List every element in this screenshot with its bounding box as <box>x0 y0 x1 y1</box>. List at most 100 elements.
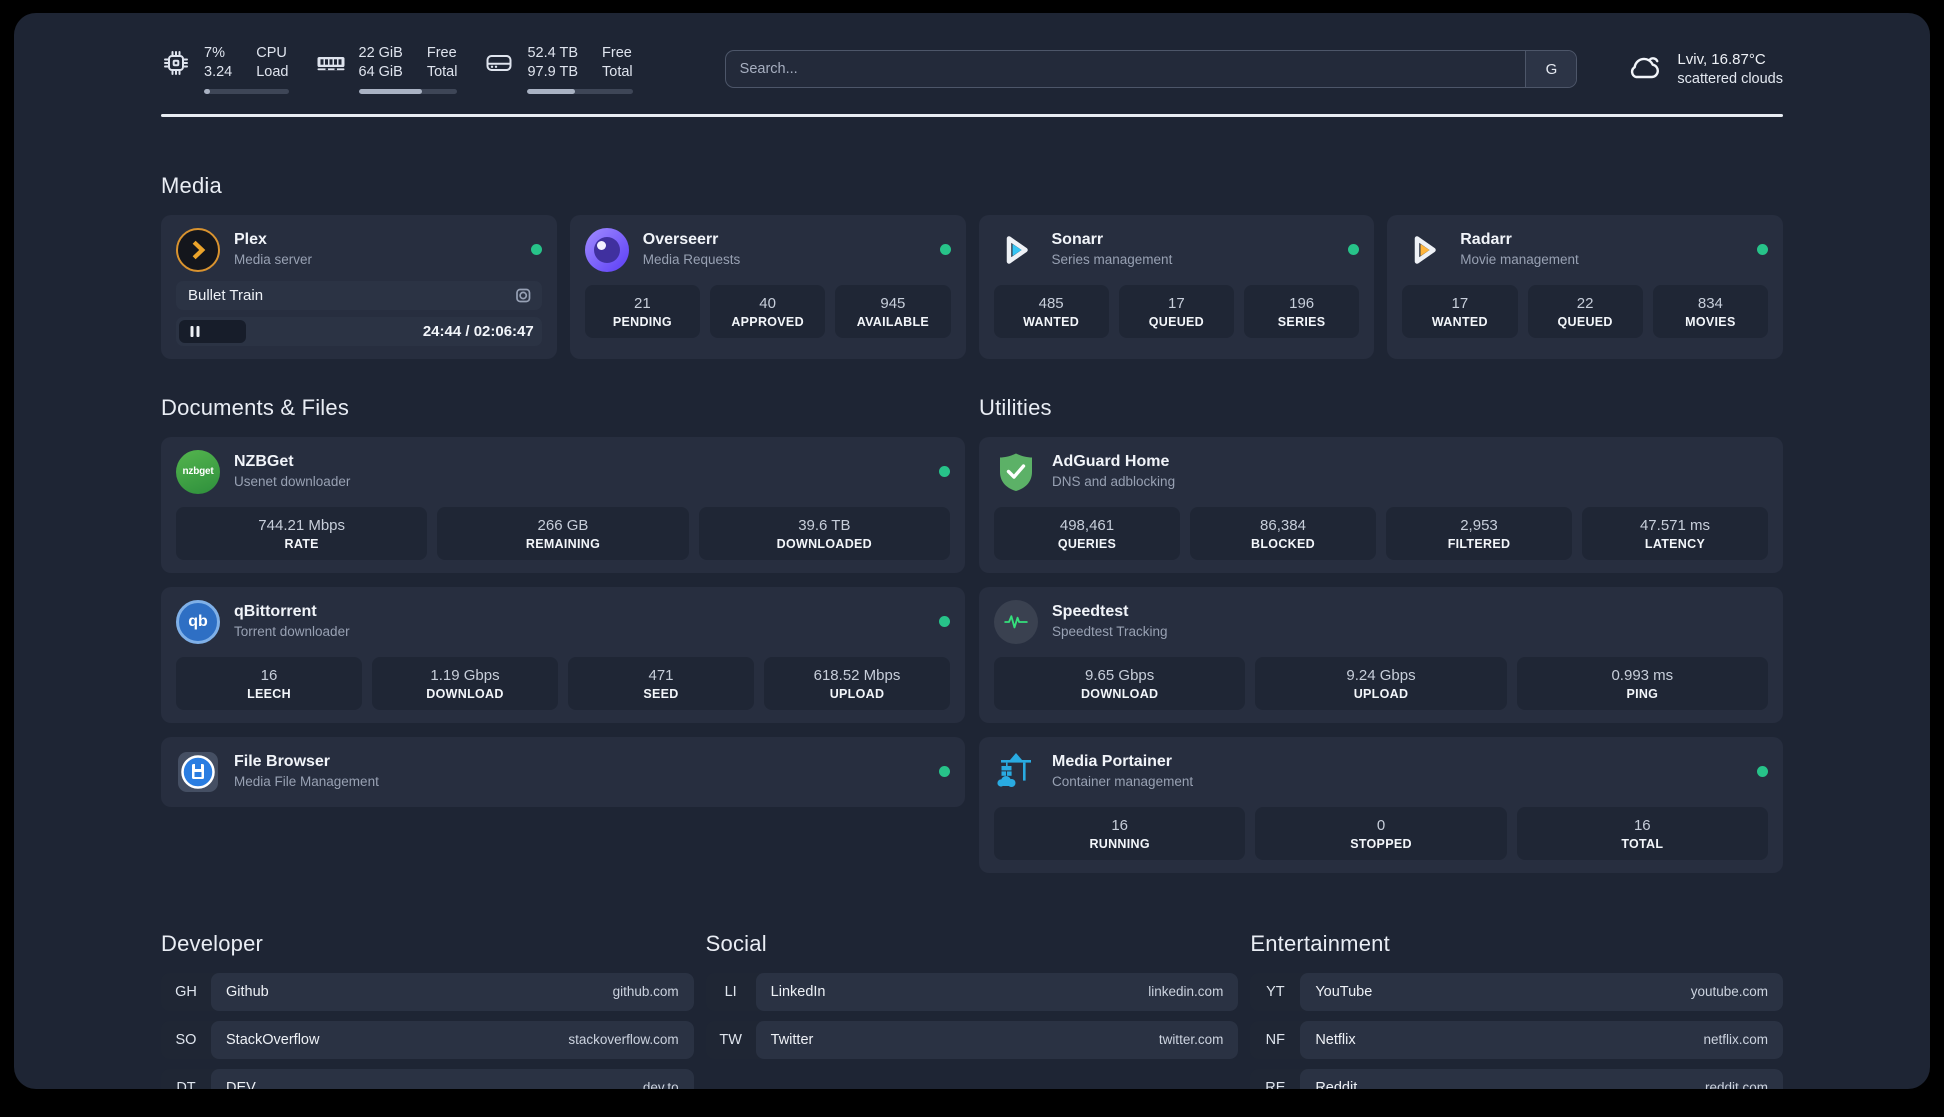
stat-value: 744.21 Mbps <box>258 516 346 534</box>
app-name: AdGuard Home <box>1052 453 1170 471</box>
search-bar[interactable]: G <box>724 50 1578 88</box>
stat-tile: 17 WANTED <box>1402 284 1518 338</box>
link-row-netflix[interactable]: NF Netflix netflix.com <box>1250 1020 1783 1059</box>
app-card-speedtest[interactable]: Speedtest Speedtest Tracking 9.65 Gbps D… <box>979 586 1783 723</box>
app-name: Overseerr <box>642 231 719 249</box>
stat-value: 945 <box>880 294 906 312</box>
disk-stat: 52.4 TB Free 97.9 TB Total <box>484 44 633 94</box>
link-row-youtube[interactable]: YT YouTube youtube.com <box>1250 972 1783 1011</box>
link-abbr: YT <box>1266 983 1285 1000</box>
stat-label: WANTED <box>1023 314 1080 329</box>
cpu-load-label: Load <box>256 64 289 80</box>
app-card-portainer[interactable]: Media Portainer Container management 16 … <box>979 736 1783 873</box>
link-url: reddit.com <box>1704 1080 1768 1089</box>
stat-tile: 945 AVAILABLE <box>835 284 951 338</box>
stat-label: DOWNLOADED <box>776 536 872 551</box>
link-abbr: LI <box>724 983 737 1000</box>
cpu-load-value: 3.24 <box>204 64 233 80</box>
app-card-plex[interactable]: Plex Media server Bullet Train 24:44 / 0… <box>161 214 557 359</box>
stat-tile: 17 QUEUED <box>1118 284 1234 338</box>
stat-value: 485 <box>1038 294 1064 312</box>
stat-label: SEED <box>643 686 679 701</box>
status-dot <box>1757 244 1768 255</box>
stat-tile: 16 LEECH <box>176 656 362 710</box>
stat-value: 618.52 Mbps <box>813 666 901 684</box>
link-name: YouTube <box>1315 983 1373 1000</box>
section-title-utilities: Utilities <box>979 394 1052 420</box>
app-card-overseerr[interactable]: Overseerr Media Requests 21 PENDING 40 A… <box>569 214 966 359</box>
stat-label: REMAINING <box>525 536 601 551</box>
app-card-sonarr[interactable]: Sonarr Series management 485 WANTED 17 Q… <box>978 214 1375 359</box>
stat-tile: 40 APPROVED <box>710 284 826 338</box>
stat-value: 21 <box>634 294 651 312</box>
video-icon <box>515 287 532 304</box>
system-stats: 7% CPU 3.24 Load 22 GiB Free 64 GiB Tota… <box>161 44 633 94</box>
stat-label: LATENCY <box>1644 536 1706 551</box>
stat-value: 471 <box>648 666 674 684</box>
stat-value: 834 <box>1697 294 1723 312</box>
overseerr-icon <box>584 227 629 272</box>
link-row-dev[interactable]: DT DEV dev.to <box>161 1068 694 1089</box>
link-row-twitter[interactable]: TW Twitter twitter.com <box>705 1020 1239 1059</box>
stat-label: APPROVED <box>731 314 804 329</box>
app-subtitle: Torrent downloader <box>234 624 350 640</box>
app-name: Media Portainer <box>1052 753 1173 771</box>
link-name: Github <box>226 983 269 1000</box>
disk-total-value: 97.9 TB <box>527 64 579 80</box>
stat-tile: 47.571 ms LATENCY <box>1582 506 1768 560</box>
search-provider-button[interactable]: G <box>1525 51 1577 87</box>
stat-tile: 1.19 Gbps DOWNLOAD <box>372 656 558 710</box>
stat-value: 86,384 <box>1260 516 1306 534</box>
stat-value: 40 <box>759 294 776 312</box>
link-row-stackoverflow[interactable]: SO StackOverflow stackoverflow.com <box>161 1020 694 1059</box>
app-name: Radarr <box>1460 231 1512 249</box>
stat-value: 2,953 <box>1460 516 1498 534</box>
stat-tile: 0.993 ms PING <box>1516 656 1768 710</box>
stat-tile: 9.65 Gbps DOWNLOAD <box>994 656 1246 710</box>
app-name: Plex <box>234 231 267 249</box>
stat-tile: 16 TOTAL <box>1516 806 1768 860</box>
link-url: youtube.com <box>1690 984 1768 999</box>
stat-tile: 471 SEED <box>568 656 754 710</box>
cpu-stat: 7% CPU 3.24 Load <box>161 44 289 94</box>
app-subtitle: Movie management <box>1460 252 1579 268</box>
app-name: File Browser <box>234 753 331 771</box>
search-input[interactable] <box>725 51 1526 87</box>
link-abbr: NF <box>1265 1031 1285 1048</box>
app-card-filebrowser[interactable]: File Browser Media File Management <box>161 736 965 807</box>
stat-value: 16 <box>1111 816 1128 834</box>
app-card-radarr[interactable]: Radarr Movie management 17 WANTED 22 QUE… <box>1387 214 1783 359</box>
stat-tile: 196 SERIES <box>1244 284 1360 338</box>
app-subtitle: Container management <box>1052 774 1194 790</box>
link-row-github[interactable]: GH Github github.com <box>161 972 694 1011</box>
link-abbr: GH <box>175 983 197 1000</box>
status-dot <box>939 466 950 477</box>
pause-button[interactable] <box>179 319 247 343</box>
status-dot <box>939 616 950 627</box>
disk-free-value: 52.4 TB <box>527 45 579 61</box>
stat-label: DOWNLOAD <box>426 686 504 701</box>
stat-value: 0.993 ms <box>1611 666 1674 684</box>
link-row-reddit[interactable]: RE Reddit reddit.com <box>1250 1068 1783 1089</box>
app-card-nzbget[interactable]: nzbget NZBGet Usenet downloader 744.21 M… <box>161 436 965 573</box>
weather-condition: scattered clouds <box>1677 70 1783 87</box>
status-dot <box>530 244 542 255</box>
link-name: LinkedIn <box>770 983 826 1000</box>
stat-value: 9.65 Gbps <box>1085 666 1155 684</box>
app-card-qbittorrent[interactable]: qb qBittorrent Torrent downloader 16 LEE… <box>161 586 965 723</box>
stat-label: AVAILABLE <box>856 314 930 329</box>
stat-label: FILTERED <box>1447 536 1511 551</box>
cpu-progress-bar <box>204 89 289 94</box>
nzbget-icon: nzbget <box>176 449 220 494</box>
section-title-media: Media <box>161 172 222 198</box>
link-url: github.com <box>612 984 679 999</box>
link-row-linkedin[interactable]: LI LinkedIn linkedin.com <box>705 972 1239 1011</box>
ram-stat: 22 GiB Free 64 GiB Total <box>316 44 458 94</box>
stat-label: STOPPED <box>1350 836 1412 851</box>
topbar-divider <box>161 114 1783 117</box>
disk-total-label: Total <box>602 64 633 80</box>
disk-progress-bar <box>527 89 633 94</box>
app-card-adguard[interactable]: AdGuard Home DNS and adblocking 498,461 … <box>979 436 1783 573</box>
stat-label: DOWNLOAD <box>1080 686 1159 701</box>
section-title-developer: Developer <box>161 930 264 956</box>
